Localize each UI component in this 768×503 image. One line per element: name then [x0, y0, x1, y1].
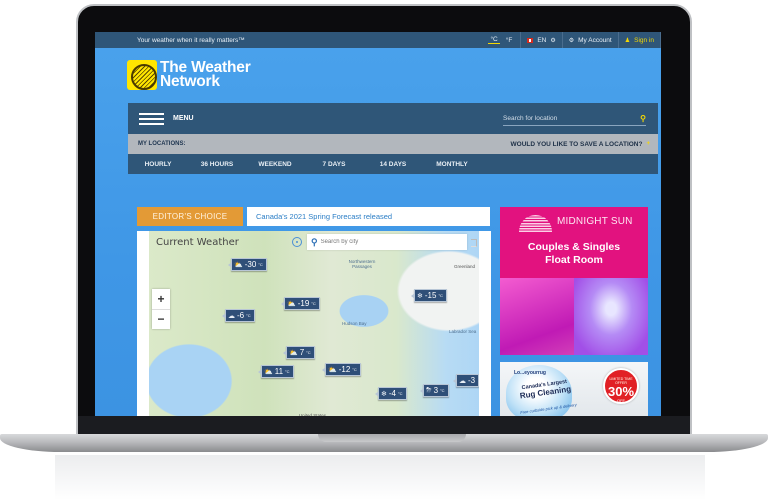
laptop-notch	[318, 434, 466, 442]
utility-bar: Your weather when it really matters™ °C …	[95, 32, 661, 48]
laptop-mockup: Your weather when it really matters™ °C …	[0, 0, 768, 503]
tab-14-days[interactable]: 14 DAYS	[364, 161, 422, 168]
browser-screen: Your weather when it really matters™ °C …	[95, 32, 661, 416]
partly-cloudy-icon: ⛅	[234, 261, 243, 269]
marker-temp: -6	[237, 311, 245, 320]
logo-line-2: Network	[160, 73, 220, 90]
marker-temp: -3	[468, 376, 476, 385]
sunset-logo-icon	[519, 215, 552, 232]
marker-temp: -15	[424, 291, 437, 300]
float-pod-photo	[574, 278, 648, 355]
map-label-labrador-sea: Labrador Sea	[449, 329, 477, 334]
globe-logo-icon	[127, 60, 157, 90]
windy-cloud-icon: ☁	[459, 377, 466, 385]
partly-cloudy-icon: ⛅	[287, 300, 296, 308]
weather-network-logo[interactable]: The Weather Network	[127, 60, 251, 90]
fullscreen-icon[interactable]	[471, 239, 477, 247]
main-navigation: MENU ⚲ MY LOCATIONS: WOULD YOU LIKE TO S…	[128, 103, 658, 174]
weather-marker[interactable]: ☁ -6 °C	[222, 309, 255, 322]
marker-temp: 11	[274, 367, 284, 376]
hamburger-menu-icon[interactable]	[139, 112, 164, 125]
weather-map[interactable]: Current Weather ⚲ + − Canada Hudson Bay …	[149, 231, 479, 416]
marker-temp: 3	[433, 386, 439, 395]
tagline: Your weather when it really matters™	[137, 36, 245, 44]
search-icon[interactable]: ⚲	[640, 114, 646, 123]
marker-temp: -30	[244, 260, 257, 269]
sign-in-label: Sign in	[634, 36, 654, 44]
editors-choice-badge: EDITOR'S CHOICE	[137, 207, 243, 226]
add-location-icon[interactable]: +	[646, 141, 650, 147]
unit-celsius[interactable]: °C	[488, 36, 500, 44]
cloudy-icon: ☁	[228, 312, 235, 320]
current-weather-card: Current Weather ⚲ + − Canada Hudson Bay …	[137, 231, 491, 416]
language-label: EN	[537, 36, 547, 44]
tab-weekend[interactable]: WEEKEND	[246, 161, 304, 168]
snow-icon: ❄	[417, 292, 423, 300]
ad-brand: MIDNIGHT SUN	[557, 216, 633, 227]
weather-marker[interactable]: ⛅ -19 °C	[281, 297, 320, 310]
laptop-reflection	[55, 455, 705, 500]
weather-marker[interactable]: ⛅ -12 °C	[322, 363, 361, 376]
weather-marker[interactable]: ❄ -4 °C	[375, 387, 407, 400]
unit-fahrenheit[interactable]: °F	[504, 37, 515, 44]
partly-cloudy-icon: ⛅	[328, 366, 337, 374]
locate-me-icon[interactable]	[292, 237, 302, 247]
rug-cleaning-ad[interactable]: Lo...eyourrug Canada's Largest Rug Clean…	[500, 362, 648, 416]
city-search-input[interactable]	[320, 239, 467, 245]
couple-photo	[500, 278, 574, 355]
zoom-in-button[interactable]: +	[152, 289, 170, 310]
search-icon: ⚲	[311, 236, 318, 247]
map-label-nw-passages: Northwestern Passages	[348, 259, 376, 269]
midnight-sun-ad[interactable]: MIDNIGHT SUN Couples & Singles Float Roo…	[500, 207, 648, 355]
tab-monthly[interactable]: MONTHLY	[422, 161, 482, 168]
weather-marker[interactable]: ⛅ 7 °C	[283, 346, 315, 359]
ad-photo	[500, 278, 648, 355]
gear-icon: ⚙	[550, 37, 556, 44]
weather-marker[interactable]: ☁ -3	[452, 374, 479, 387]
gear-icon: ⚙	[568, 37, 575, 44]
rain-icon: ⛈	[426, 386, 432, 394]
snow-icon: ❄	[381, 390, 387, 398]
map-label-united-states: United States	[299, 413, 327, 416]
location-search-input[interactable]	[503, 114, 641, 122]
partly-cloudy-icon: ⛅	[264, 368, 273, 376]
menu-button[interactable]: MENU	[173, 115, 194, 122]
unit-toggle: °C °F	[482, 32, 520, 48]
weather-marker[interactable]: ⛅ 11 °C	[258, 365, 294, 378]
tab-hourly[interactable]: HOURLY	[128, 161, 188, 168]
location-search: ⚲	[503, 112, 646, 126]
map-label-hudson-bay: Hudson Bay	[342, 321, 367, 326]
editors-choice-banner: EDITOR'S CHOICE Canada's 2021 Spring For…	[137, 207, 490, 226]
my-account-link[interactable]: ⚙ My Account	[561, 32, 618, 48]
marker-temp: -4	[388, 389, 396, 398]
map-label-greenland: Greenland	[454, 264, 476, 269]
weather-marker[interactable]: ❄ -15 °C	[411, 289, 447, 302]
editors-choice-headline[interactable]: Canada's 2021 Spring Forecast released	[247, 207, 490, 226]
tab-36-hours[interactable]: 36 HOURS	[188, 161, 246, 168]
marker-temp: 7	[299, 348, 305, 357]
marker-temp: -12	[338, 365, 351, 374]
partly-cloudy-icon: ⛅	[289, 349, 298, 357]
user-icon: ♟	[624, 37, 631, 44]
discount-badge: LIMITED TIME OFFER 30% OFF	[603, 368, 639, 404]
my-locations-label: MY LOCATIONS:	[138, 141, 186, 147]
city-search: ⚲	[307, 234, 467, 250]
weather-marker[interactable]: ⛈ 3 °C	[420, 384, 449, 397]
save-location-prompt[interactable]: WOULD YOU LIKE TO SAVE A LOCATION?	[511, 141, 643, 148]
sign-in-link[interactable]: ♟ Sign in	[617, 32, 661, 48]
zoom-out-button[interactable]: −	[152, 310, 170, 330]
marker-temp: -19	[297, 299, 310, 308]
tab-7-days[interactable]: 7 DAYS	[304, 161, 364, 168]
laptop-bezel	[78, 416, 690, 434]
current-weather-title: Current Weather	[156, 237, 239, 248]
ad-brand: Lo...eyourrug	[514, 370, 546, 376]
weather-marker[interactable]: ⛅ -30 °C	[228, 258, 267, 271]
language-selector[interactable]: EN ⚙	[520, 32, 561, 48]
forecast-tabs: HOURLY 36 HOURS WEEKEND 7 DAYS 14 DAYS M…	[128, 154, 658, 174]
my-account-label: My Account	[578, 36, 612, 44]
map-zoom-control: + −	[152, 289, 170, 329]
canada-flag-icon	[527, 37, 534, 43]
